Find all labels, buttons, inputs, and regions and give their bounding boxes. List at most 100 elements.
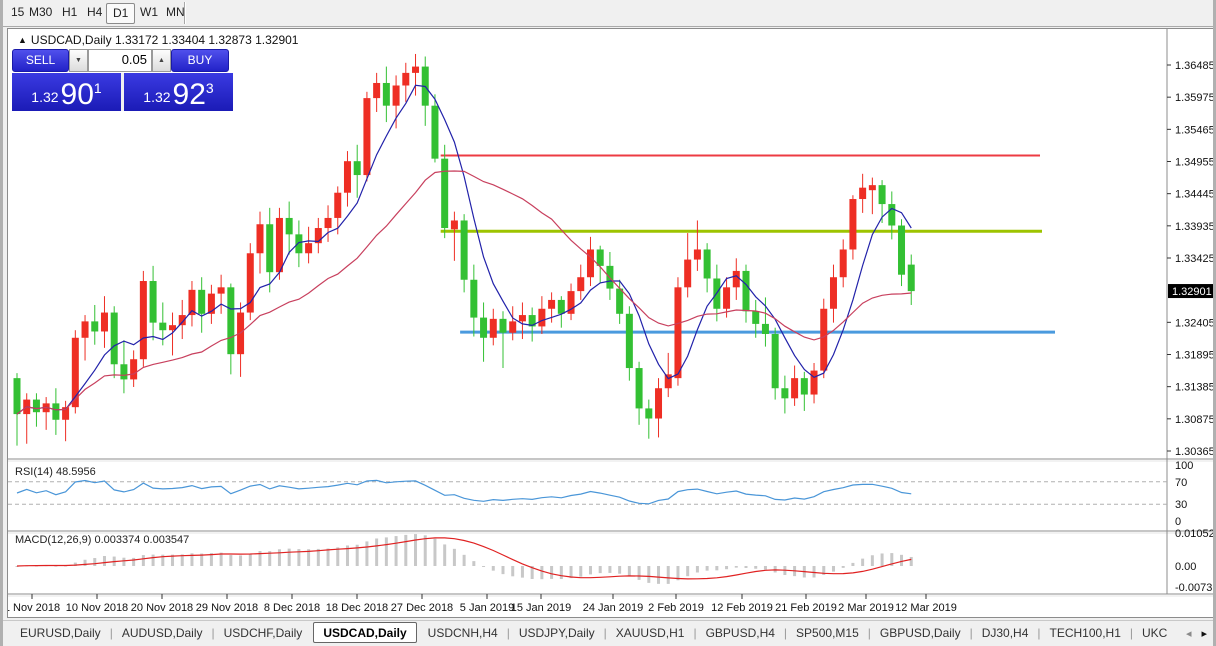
candle-body [431,106,438,159]
macd-bar [482,566,485,567]
candle-body [266,224,273,272]
date-label[interactable]: 10 Nov 2018 [66,602,128,614]
symbol-tab-gbpusd-daily[interactable]: GBPUSD,Daily [871,622,970,643]
date-label[interactable]: 24 Jan 2019 [583,602,644,614]
candle-body [470,280,477,318]
macd-bar [540,566,543,579]
rsi-axis-label-30: 30 [1175,499,1187,511]
macd-bar [851,563,854,566]
date-label[interactable]: 2 Feb 2019 [648,602,704,614]
price-tick-label: 1.30365 [1175,446,1214,458]
symbol-tab-tech100-h1[interactable]: TECH100,H1 [1041,622,1130,643]
macd-bar [618,566,621,574]
candle-body [859,188,866,199]
timeframe-button-m30[interactable]: M30 [23,3,58,24]
price-tick-label: 1.34445 [1175,189,1214,201]
timeframe-button-h1[interactable]: H1 [56,3,83,24]
candle-body [597,249,604,265]
symbol-tab-usdjpy-daily[interactable]: USDJPY,Daily [510,622,604,643]
candle-body [218,287,225,293]
macd-bar [433,539,436,566]
rsi-axis-label-70: 70 [1175,477,1187,489]
candle-body [811,371,818,395]
sell-button[interactable]: SELL [12,49,69,72]
date-label[interactable]: 29 Nov 2018 [196,602,258,614]
candle-body [393,85,400,105]
date-label[interactable]: 15 Jan 2019 [511,602,572,614]
timeframe-button-d1[interactable]: D1 [106,3,135,24]
candle-body [500,319,507,333]
volume-increase-button[interactable]: ▲ [152,49,171,72]
macd-bar [492,566,495,571]
symbol-tab-gbpusd-h4[interactable]: GBPUSD,H4 [697,622,784,643]
date-label[interactable]: 8 Dec 2018 [264,602,320,614]
date-label[interactable]: 12 Feb 2019 [711,602,773,614]
symbol-tab-usdchf-daily[interactable]: USDCHF,Daily [215,622,312,643]
candle-body [305,243,312,253]
macd-bar [404,535,407,566]
date-label[interactable]: 2 Mar 2019 [838,602,894,614]
price-chart-canvas[interactable]: 1.364851.359751.354651.349551.344451.339… [8,29,1214,617]
candle-body [480,318,487,338]
date-label[interactable]: 1 Nov 2018 [8,602,60,614]
price-tick-label: 1.36485 [1175,60,1214,72]
pane-resize-handle[interactable] [8,592,1214,598]
macd-bar [103,556,106,566]
volume-input[interactable]: 0.05 [88,49,152,72]
macd-bar [152,555,155,566]
candle-body [655,388,662,418]
macd-bar [443,544,446,566]
macd-bar [696,566,699,572]
date-label[interactable]: 12 Mar 2019 [895,602,957,614]
date-label[interactable]: 5 Jan 2019 [460,602,514,614]
candle-body [509,321,516,332]
macd-bar [560,566,563,579]
timeframe-button-mn[interactable]: MN [160,3,191,24]
macd-bar [317,549,320,566]
candle-body [451,220,458,229]
macd-bar [725,566,728,569]
buy-button[interactable]: BUY [171,49,229,72]
macd-bar [745,566,748,568]
date-label[interactable]: 27 Dec 2018 [391,602,453,614]
candle-body [52,403,59,419]
macd-bar [754,566,757,569]
pane-resize-handle[interactable] [8,457,1214,463]
buy-price-display[interactable]: 1.32 92 3 [124,73,233,111]
date-label[interactable]: 21 Feb 2019 [775,602,837,614]
candle-body [879,185,886,204]
price-tick-label: 1.34955 [1175,156,1214,168]
macd-bar [881,553,884,566]
symbol-tab-usdcnh-h4[interactable]: USDCNH,H4 [419,622,507,643]
candle-body [898,226,905,275]
macd-indicator-label: MACD(12,26,9) 0.003374 0.003547 [15,534,189,546]
symbol-tab-usdcad-daily[interactable]: USDCAD,Daily [313,622,416,643]
macd-bar [336,547,339,566]
candle-body [159,323,166,331]
candle-body [402,73,409,86]
candle-body [120,364,127,379]
collapse-panel-icon[interactable]: ▲ [18,35,27,45]
rsi-line[interactable] [17,480,911,503]
macd-bar [424,535,427,566]
symbol-tab-audusd-daily[interactable]: AUDUSD,Daily [113,622,212,643]
candle-body [723,287,730,308]
date-label[interactable]: 20 Nov 2018 [131,602,193,614]
tab-scroll-left-icon[interactable]: ◂ [1186,628,1192,640]
date-label[interactable]: 18 Dec 2018 [326,602,388,614]
symbol-tab-ukc[interactable]: UKC [1133,622,1176,643]
symbol-tab-dj30-h4[interactable]: DJ30,H4 [973,622,1038,643]
macd-bar [239,555,242,566]
volume-decrease-button[interactable]: ▼ [69,49,88,72]
tab-scroll-right-icon[interactable]: ▸ [1201,628,1207,640]
timeframe-button-h4[interactable]: H4 [81,3,108,24]
symbol-tab-eurusd-daily[interactable]: EURUSD,Daily [11,622,110,643]
macd-bar [813,566,816,578]
tab-scroll-controls: ◂▸ [1186,627,1207,640]
sell-price-display[interactable]: 1.32 90 1 [12,73,121,111]
chart-title: ▲USDCAD,Daily 1.33172 1.33404 1.32873 1.… [18,33,298,47]
candle-body [674,287,681,378]
macd-bar [550,566,553,579]
symbol-tab-xauusd-h1[interactable]: XAUUSD,H1 [607,622,694,643]
symbol-tab-sp500-m15[interactable]: SP500,M15 [787,622,868,643]
